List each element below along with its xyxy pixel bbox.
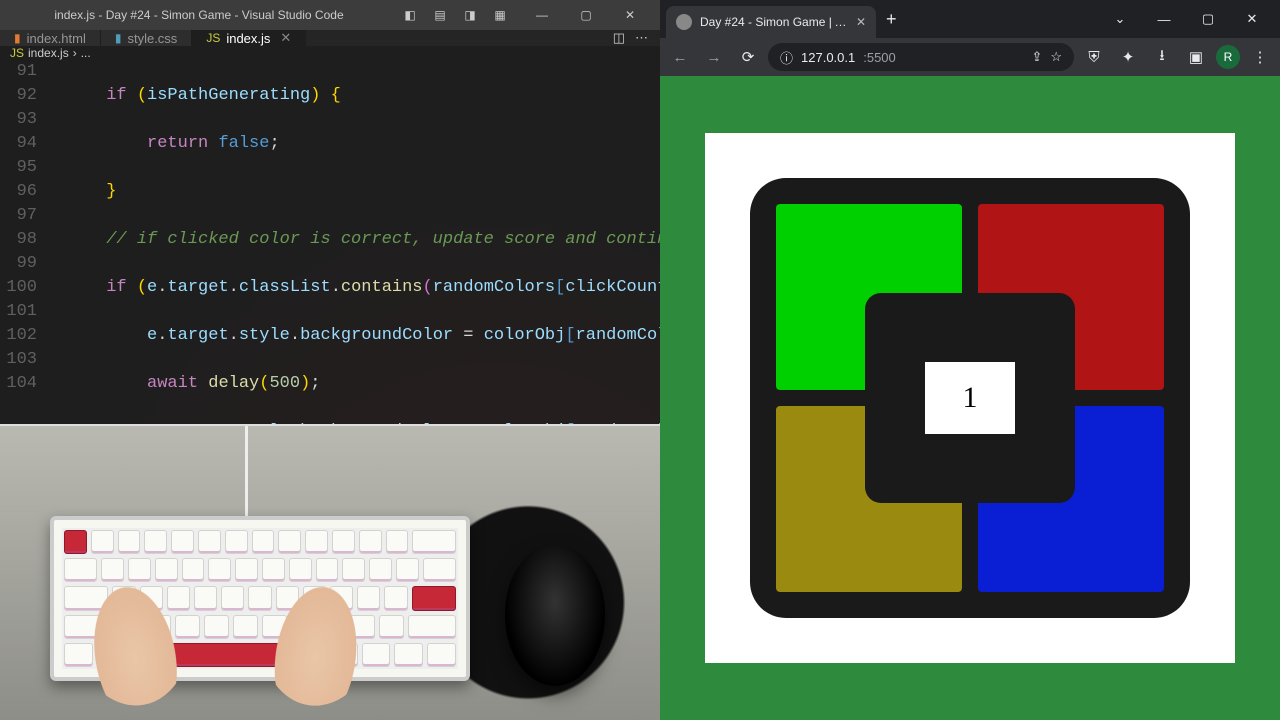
minimize-button[interactable]: — bbox=[520, 0, 564, 30]
chrome-window: Day #24 - Simon Game | AsmrPro ✕ + ⌄ — ▢… bbox=[660, 0, 1280, 720]
devices-icon[interactable]: ▣ bbox=[1182, 43, 1210, 71]
favicon-icon bbox=[676, 14, 692, 30]
code-editor[interactable]: 919293949596979899100101102103104 if (is… bbox=[0, 60, 660, 424]
site-info-icon[interactable]: ⓘ bbox=[780, 48, 793, 67]
editor-tabbar: ▮ index.html ▮ style.css JS index.js ✕ ◫… bbox=[0, 30, 660, 46]
menu-icon[interactable]: ⋮ bbox=[1246, 43, 1274, 71]
layout-bottom-icon[interactable]: ▤ bbox=[428, 8, 452, 22]
shield-icon[interactable]: ⛨ bbox=[1080, 43, 1108, 71]
tab-label: index.html bbox=[27, 31, 86, 46]
chevron-right-icon: › bbox=[73, 46, 77, 60]
page-viewport: 1 bbox=[660, 76, 1280, 720]
js-file-icon: JS bbox=[206, 31, 220, 45]
tab-style-css[interactable]: ▮ style.css bbox=[101, 30, 192, 46]
breadcrumb-file: index.js bbox=[28, 46, 69, 60]
vscode-titlebar: index.js - Day #24 - Simon Game - Visual… bbox=[0, 0, 660, 30]
address-bar[interactable]: ⓘ 127.0.0.1 :5500 ⇪ ☆ bbox=[768, 43, 1074, 71]
breadcrumb[interactable]: JS index.js › ... bbox=[0, 46, 660, 60]
extensions-icon[interactable]: ✦ bbox=[1114, 43, 1142, 71]
window-controls: — ▢ ✕ bbox=[520, 0, 652, 30]
browser-tab[interactable]: Day #24 - Simon Game | AsmrPro ✕ bbox=[666, 6, 876, 38]
vscode-window: index.js - Day #24 - Simon Game - Visual… bbox=[0, 0, 660, 424]
simon-board: 1 bbox=[750, 178, 1190, 618]
js-file-icon: JS bbox=[10, 46, 24, 60]
center-block: 1 bbox=[865, 293, 1075, 503]
tab-title: Day #24 - Simon Game | AsmrPro bbox=[700, 15, 848, 29]
reload-button[interactable]: ⟳ bbox=[734, 43, 762, 71]
tab-close-icon[interactable]: ✕ bbox=[280, 30, 291, 46]
tab-index-html[interactable]: ▮ index.html bbox=[0, 30, 101, 46]
webcam-overlay bbox=[0, 424, 660, 720]
url-port: :5500 bbox=[863, 50, 896, 65]
physical-mouse bbox=[505, 546, 605, 686]
chrome-tabstrip: Day #24 - Simon Game | AsmrPro ✕ + ⌄ — ▢… bbox=[660, 0, 1280, 38]
close-button[interactable]: ✕ bbox=[1230, 0, 1274, 38]
tab-actions: ◫ ⋯ bbox=[601, 30, 660, 46]
chrome-toolbar: ← → ⟳ ⓘ 127.0.0.1 :5500 ⇪ ☆ ⛨ ✦ ⭳ ▣ R ⋮ bbox=[660, 38, 1280, 76]
line-gutter: 919293949596979899100101102103104 bbox=[0, 60, 45, 424]
code-content[interactable]: if (isPathGenerating) { return false; } … bbox=[45, 60, 660, 424]
chevron-down-icon[interactable]: ⌄ bbox=[1098, 0, 1142, 38]
new-tab-button[interactable]: + bbox=[876, 9, 907, 30]
maximize-button[interactable]: ▢ bbox=[1186, 0, 1230, 38]
game-container: 1 bbox=[705, 133, 1235, 663]
keyboard-cable bbox=[245, 426, 248, 521]
layout-left-icon[interactable]: ◧ bbox=[398, 8, 422, 22]
window-title: index.js - Day #24 - Simon Game - Visual… bbox=[8, 8, 390, 22]
back-button[interactable]: ← bbox=[666, 43, 694, 71]
close-button[interactable]: ✕ bbox=[608, 0, 652, 30]
maximize-button[interactable]: ▢ bbox=[564, 0, 608, 30]
download-icon[interactable]: ⭳ bbox=[1148, 43, 1176, 71]
layout-right-icon[interactable]: ◨ bbox=[458, 8, 482, 22]
left-pane: index.js - Day #24 - Simon Game - Visual… bbox=[0, 0, 660, 720]
tab-label: index.js bbox=[226, 31, 270, 46]
tab-index-js[interactable]: JS index.js ✕ bbox=[192, 30, 306, 46]
bookmark-icon[interactable]: ☆ bbox=[1050, 49, 1062, 65]
minimize-button[interactable]: — bbox=[1142, 0, 1186, 38]
tab-label: style.css bbox=[127, 31, 177, 46]
share-icon[interactable]: ⇪ bbox=[1031, 49, 1042, 65]
breadcrumb-rest: ... bbox=[81, 46, 91, 60]
layout-grid-icon[interactable]: ▦ bbox=[488, 8, 512, 22]
profile-avatar[interactable]: R bbox=[1216, 45, 1240, 69]
css-file-icon: ▮ bbox=[115, 31, 122, 45]
title-layout-icons: ◧ ▤ ◨ ▦ bbox=[398, 8, 512, 22]
html-file-icon: ▮ bbox=[14, 31, 21, 45]
split-editor-icon[interactable]: ◫ bbox=[613, 30, 625, 46]
score-display: 1 bbox=[925, 362, 1015, 434]
url-host: 127.0.0.1 bbox=[801, 50, 855, 65]
forward-button[interactable]: → bbox=[700, 43, 728, 71]
more-actions-icon[interactable]: ⋯ bbox=[635, 30, 648, 46]
tab-close-icon[interactable]: ✕ bbox=[856, 15, 866, 29]
